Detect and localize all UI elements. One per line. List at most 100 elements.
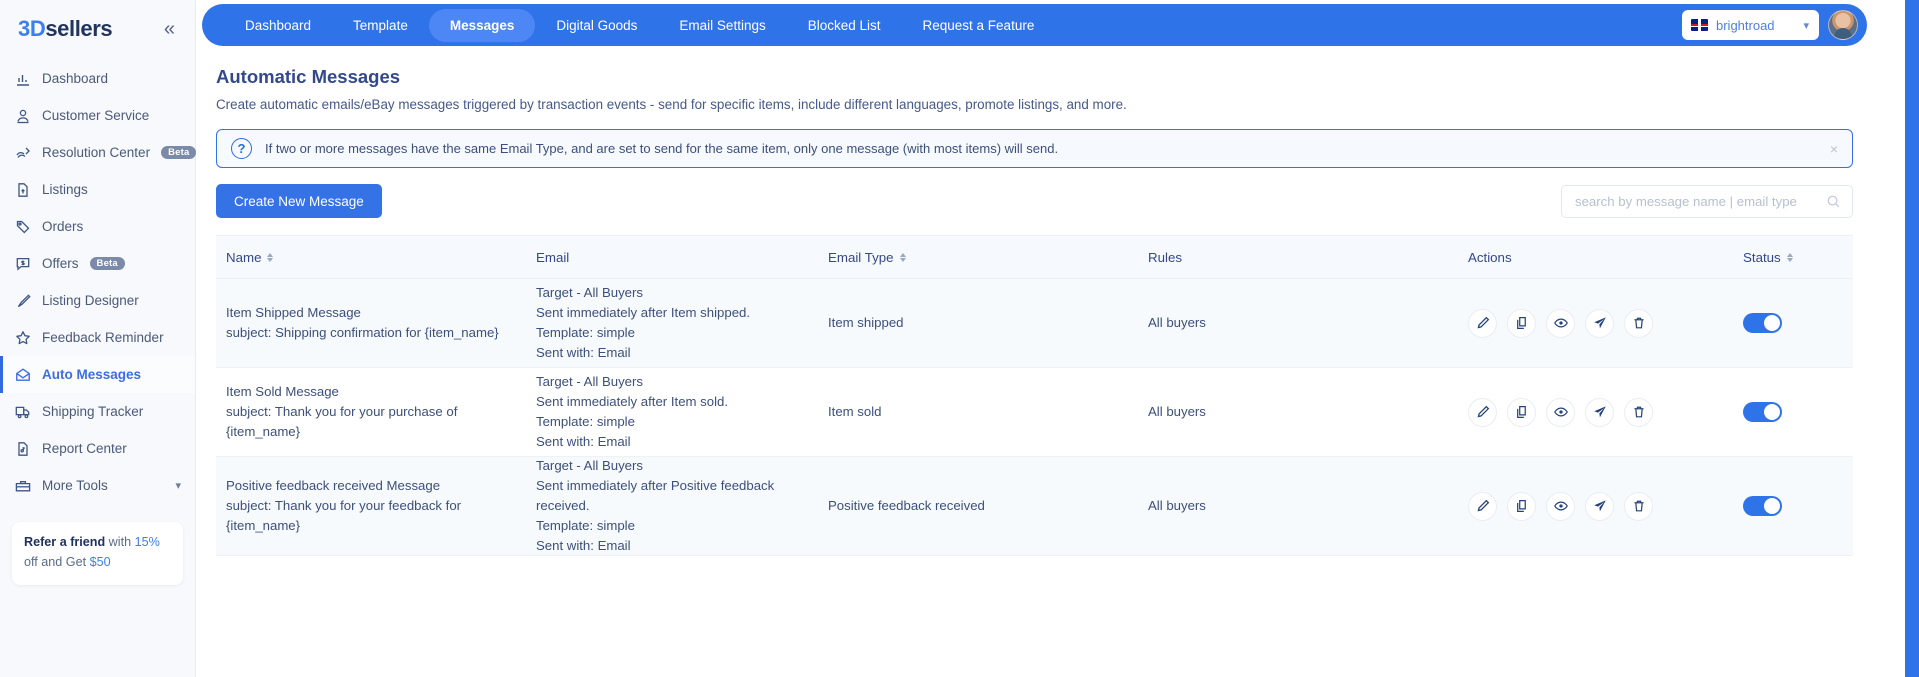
offer-dollar-icon [14,255,31,272]
beta-badge: Beta [89,256,125,271]
close-icon[interactable]: × [1830,141,1838,157]
sort-icon[interactable] [267,252,274,262]
cell-email-type: Item sold [818,402,1138,422]
sort-icon[interactable] [1786,252,1793,262]
delete-button[interactable] [1624,491,1653,521]
logo-part-2: sellers [45,16,113,41]
toolbox-icon [14,477,31,494]
tab-blocked-list[interactable]: Blocked List [787,9,902,42]
account-selector[interactable]: brightroad ▾ [1682,10,1819,40]
sidebar-item-offers[interactable]: Offers Beta [0,245,195,282]
edit-button[interactable] [1468,308,1497,338]
tab-messages[interactable]: Messages [428,8,536,42]
right-edge-bar [1905,0,1919,677]
create-new-message-button[interactable]: Create New Message [216,184,382,218]
edit-button[interactable] [1468,397,1497,427]
status-toggle[interactable] [1743,496,1782,516]
cell-actions [1458,491,1733,521]
search-box[interactable] [1561,184,1853,218]
page-title: Automatic Messages [216,66,401,87]
beta-badge: Beta [161,145,197,160]
report-document-icon [14,440,31,457]
column-header-email: Email [526,250,818,265]
message-subject: subject: Thank you for your feedback for… [226,497,462,534]
table-header-row: Name Email Email Type Rules Actions Stat… [216,235,1853,279]
email-channel: Sent with: Email [536,538,631,554]
column-header-actions: Actions [1458,250,1733,265]
account-name: brightroad [1716,17,1775,33]
open-envelope-icon [14,366,31,383]
chevron-down-icon: ▾ [1803,19,1809,32]
sidebar-item-shipping-tracker[interactable]: Shipping Tracker [0,393,195,430]
cell-status [1733,313,1853,333]
tab-email-settings[interactable]: Email Settings [658,9,786,42]
column-label: Name [226,249,262,265]
send-test-button[interactable] [1585,308,1614,338]
sidebar-item-label: Orders [42,219,84,234]
column-label: Status [1743,249,1781,265]
sidebar-item-label: Report Center [42,441,127,456]
logo[interactable]: 3Dsellers [18,16,113,42]
sidebar-item-customer-service[interactable]: Customer Service [0,97,195,134]
refer-mid-text: with [105,535,135,549]
column-header-name[interactable]: Name [216,250,526,265]
logo-part-1: 3D [18,16,46,41]
delete-button[interactable] [1624,397,1653,427]
sort-icon[interactable] [899,252,906,262]
cell-actions [1458,308,1733,338]
email-type-value: Item sold [828,403,882,419]
sidebar-item-report-center[interactable]: Report Center [0,430,195,467]
message-name: Positive feedback received Message [226,477,441,493]
preview-button[interactable] [1546,491,1575,521]
sidebar-item-feedback-reminder[interactable]: Feedback Reminder [0,319,195,356]
column-label: Email [536,249,570,265]
search-input[interactable] [1575,193,1826,209]
avatar[interactable] [1828,10,1858,40]
sidebar-item-more-tools[interactable]: More Tools ▾ [0,467,195,504]
chart-bar-icon [14,70,31,87]
email-type-value: Positive feedback received [828,497,985,513]
refer-a-friend-card[interactable]: Refer a friend with 15% off and Get $50 [12,522,183,586]
column-header-status[interactable]: Status [1733,250,1853,265]
sidebar-item-listing-designer[interactable]: Listing Designer [0,282,195,319]
sidebar-item-listings[interactable]: Listings [0,171,195,208]
uk-flag-icon [1691,19,1708,31]
send-test-button[interactable] [1585,491,1614,521]
sidebar-item-label: More Tools [42,478,108,493]
preview-button[interactable] [1546,397,1575,427]
column-label: Rules [1148,249,1182,265]
action-buttons [1468,397,1723,427]
duplicate-button[interactable] [1507,491,1536,521]
cell-rules: All buyers [1138,402,1458,422]
tab-dashboard[interactable]: Dashboard [224,9,332,42]
tab-template[interactable]: Template [332,9,429,42]
preview-button[interactable] [1546,308,1575,338]
refer-bold-text: Refer a friend [24,535,106,549]
resolution-icon [14,144,31,161]
duplicate-button[interactable] [1507,308,1536,338]
send-test-button[interactable] [1585,397,1614,427]
status-toggle[interactable] [1743,402,1782,422]
sidebar: 3Dsellers « Dashboard Customer Service R… [0,0,197,677]
main-area: Dashboard Template Messages Digital Good… [196,0,1919,677]
email-trigger: Sent immediately after Positive feedback… [536,477,775,513]
search-icon[interactable] [1826,194,1841,209]
delete-button[interactable] [1624,308,1653,338]
edit-button[interactable] [1468,491,1497,521]
sidebar-item-dashboard[interactable]: Dashboard [0,60,195,97]
status-toggle[interactable] [1743,313,1782,333]
messages-table: Name Email Email Type Rules Actions Stat… [216,235,1853,556]
tab-digital-goods[interactable]: Digital Goods [535,9,658,42]
cell-email-type: Positive feedback received [818,496,1138,516]
cell-rules: All buyers [1138,496,1458,516]
sidebar-item-auto-messages[interactable]: Auto Messages [0,356,195,393]
column-header-email-type[interactable]: Email Type [818,250,1138,265]
tab-request-a-feature[interactable]: Request a Feature [902,9,1056,42]
cell-actions [1458,397,1733,427]
collapse-sidebar-icon[interactable]: « [162,19,177,39]
column-header-rules: Rules [1138,250,1458,265]
sidebar-item-orders[interactable]: Orders [0,208,195,245]
sidebar-item-resolution-center[interactable]: Resolution Center Beta [0,134,197,171]
duplicate-button[interactable] [1507,397,1536,427]
message-subject: subject: Shipping confirmation for {item… [226,325,499,340]
